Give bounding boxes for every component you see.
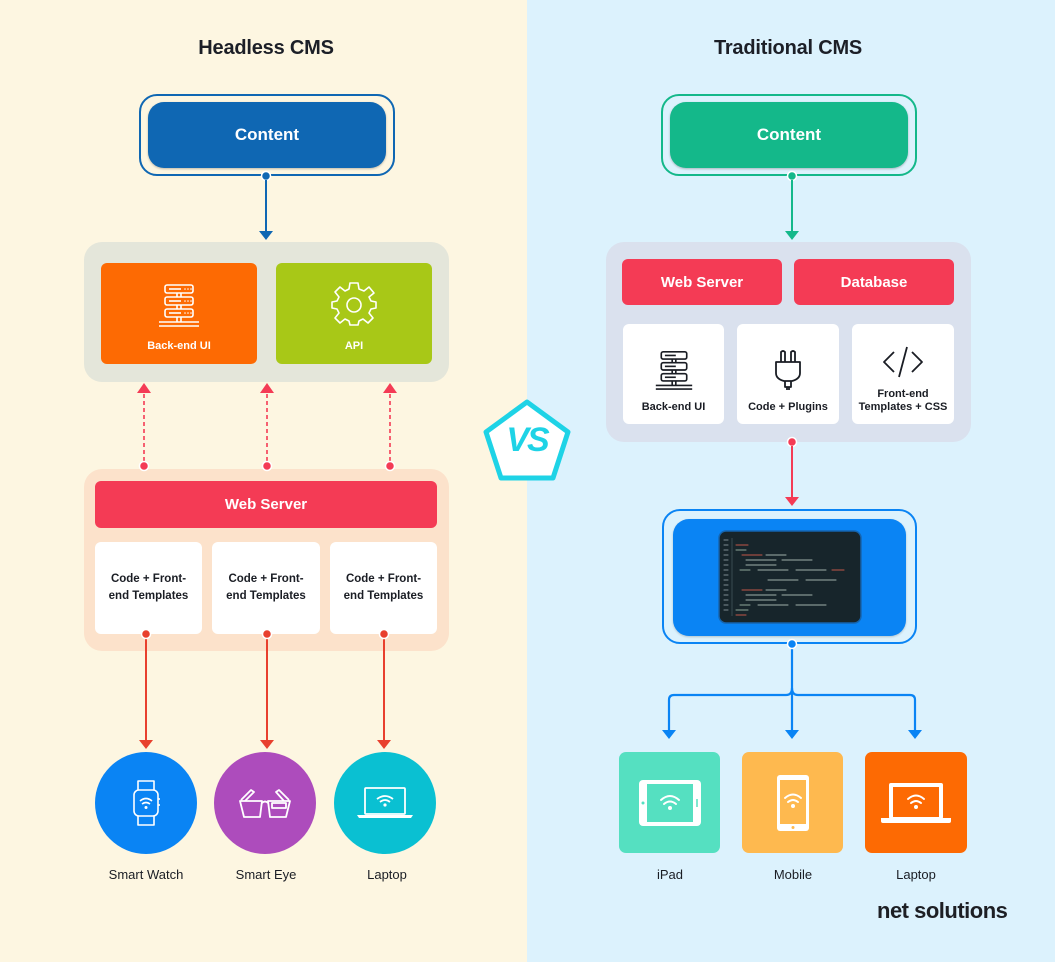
- code-plugins-label: Code + Plugins: [748, 401, 828, 413]
- server-stack-icon: [655, 351, 692, 390]
- display-frame: [662, 509, 917, 644]
- traditional-database-bar: Database: [794, 259, 954, 305]
- frontend-templates-css-tile: Front-end Templates + CSS: [852, 324, 954, 424]
- code-brackets-icon: [883, 346, 923, 378]
- headless-cms-title: Headless CMS: [198, 37, 334, 59]
- laptop-icon: [357, 787, 413, 818]
- logo-text-part1: net so: [877, 898, 939, 923]
- headless-backend-ui-tile: Back-end UI: [101, 263, 257, 364]
- headless-api-label: API: [344, 340, 364, 352]
- laptop-icon: [881, 782, 951, 823]
- traditional-content-frame: Content: [661, 94, 917, 176]
- display-box: [673, 519, 906, 636]
- template-tile-line: end Templates: [226, 590, 306, 602]
- smart-watch-label: Smart Watch: [108, 867, 184, 882]
- vs-label: VS: [506, 421, 549, 459]
- code-plugins-tile: Code + Plugins: [737, 324, 839, 424]
- smart-glasses-icon: [239, 789, 291, 818]
- headless-template-tile-1: Code + Front-end Templates: [95, 542, 202, 634]
- smart-watch-device: [95, 752, 197, 854]
- headless-template-tile-2: Code + Front-end Templates: [212, 542, 320, 634]
- server-stack-icon: [159, 284, 199, 327]
- template-tile-line: end Templates: [108, 590, 189, 602]
- ipad-label: iPad: [656, 867, 684, 882]
- template-tile-line: Code + Front-: [345, 573, 422, 585]
- plug-icon: [775, 350, 801, 390]
- headless-content-box: Content: [148, 102, 386, 168]
- net-solutions-logo: net solutions: [877, 898, 1008, 924]
- traditional-content-box: Content: [670, 102, 908, 168]
- traditional-web-server-bar: Web Server: [622, 259, 782, 305]
- laptop-label-right: Laptop: [896, 867, 936, 882]
- laptop-device-right: [865, 752, 967, 853]
- headless-backend-ui-label: Back-end UI: [147, 340, 211, 352]
- frontend-templates-line2: Templates + CSS: [858, 401, 948, 413]
- smart-eye-device: [214, 752, 316, 854]
- template-tile-line: end Templates: [343, 590, 424, 602]
- ipad-device: [619, 752, 720, 853]
- smart-eye-label: Smart Eye: [235, 867, 297, 882]
- mobile-label: Mobile: [773, 867, 813, 882]
- template-tile-line: Code + Front-: [110, 573, 187, 585]
- logo-text-part2: lutions: [938, 898, 1008, 923]
- laptop-device: [334, 752, 436, 854]
- headless-template-tile-3: Code + Front-end Templates: [330, 542, 437, 634]
- gear-icon: [331, 282, 377, 326]
- headless-content-frame: Content: [139, 94, 395, 176]
- tablet-icon: [638, 779, 701, 826]
- mobile-device: [742, 752, 843, 853]
- traditional-backend-ui-label: Back-end UI: [641, 401, 706, 413]
- headless-api-tile: API: [276, 263, 432, 364]
- template-tile-line: Code + Front-: [228, 573, 304, 585]
- mobile-icon: [776, 774, 809, 831]
- traditional-backend-ui-tile: Back-end UI: [623, 324, 724, 424]
- laptop-label-left: Laptop: [367, 867, 407, 882]
- traditional-cms-title: Traditional CMS: [713, 37, 863, 59]
- headless-web-server-bar: Web Server: [95, 481, 437, 528]
- code-editor-screen-icon: [718, 530, 862, 624]
- frontend-templates-line1: Front-end: [877, 388, 929, 400]
- smartwatch-icon: [133, 780, 160, 826]
